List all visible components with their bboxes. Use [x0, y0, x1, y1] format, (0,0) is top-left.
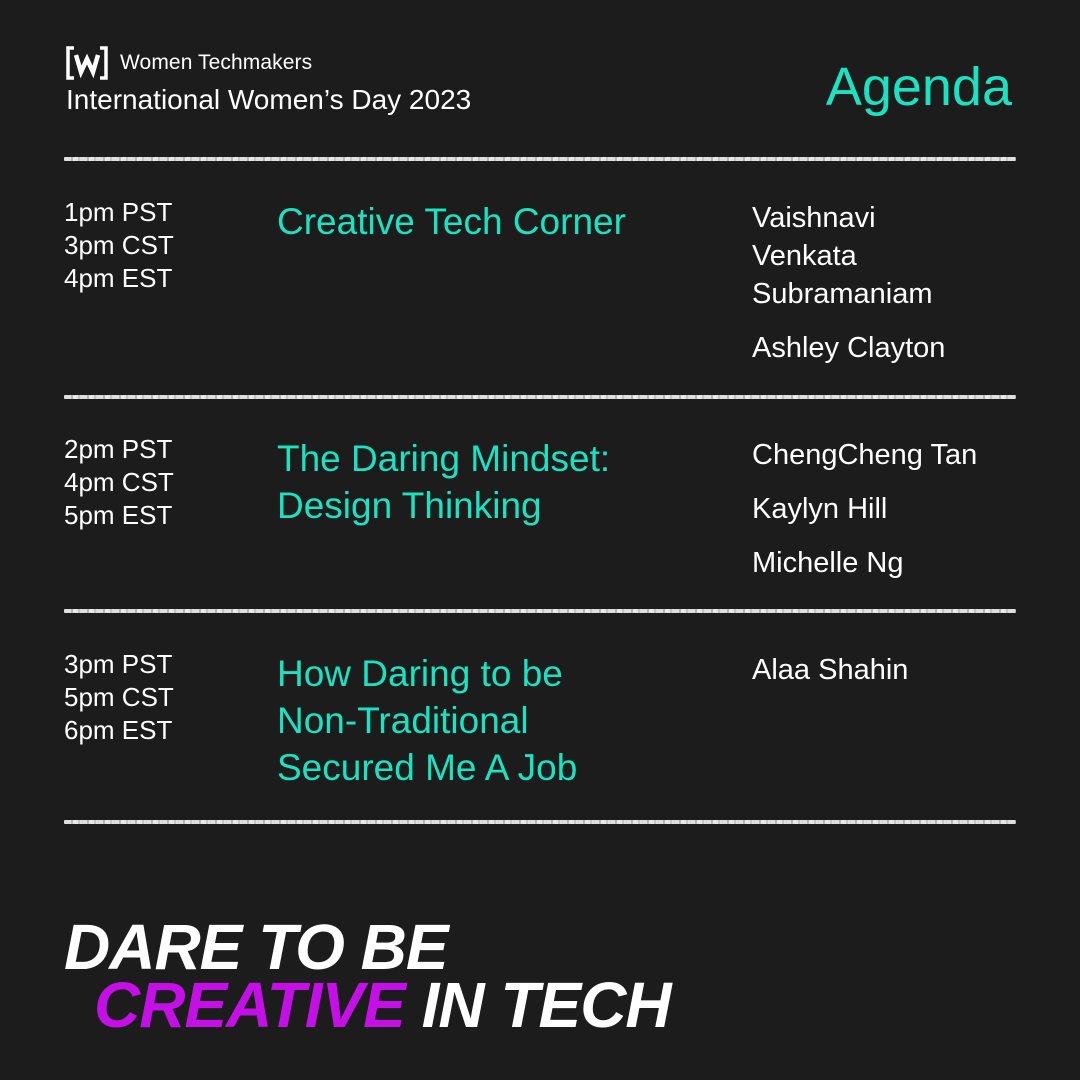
tagline: DARE TO BE CREATIVE IN TECH [64, 911, 672, 1037]
session-title-line: The Daring Mindset: [277, 438, 611, 479]
speaker-name: Ashley Clayton [752, 332, 946, 364]
time-cst: 4pm CST [64, 467, 174, 497]
divider [64, 609, 1016, 613]
session-times: 3pm PST 5pm CST 6pm EST [64, 648, 174, 747]
session-title-line: Creative Tech Corner [277, 201, 626, 242]
speaker-name: Vaishnavi Venkata Subramaniam [752, 202, 933, 310]
speaker-name: Michelle Ng [752, 547, 904, 579]
speaker-name: ChengCheng Tan [752, 439, 978, 471]
tagline-rest: IN TECH [404, 969, 672, 1041]
speaker-list: Vaishnavi Venkata Subramaniam Ashley Cla… [752, 199, 1042, 383]
session-title-line: Design Thinking [277, 485, 542, 526]
speaker-list: ChengCheng Tan Kaylyn Hill Michelle Ng [752, 436, 1042, 598]
tagline-highlight: CREATIVE [94, 969, 406, 1041]
session-title: Creative Tech Corner [277, 198, 697, 245]
time-est: 5pm EST [64, 500, 173, 530]
time-est: 4pm EST [64, 263, 173, 293]
time-pst: 1pm PST [64, 197, 173, 227]
women-techmakers-logo-icon [66, 46, 108, 80]
divider [64, 820, 1016, 824]
time-est: 6pm EST [64, 715, 173, 745]
brand-name: Women Techmakers [120, 51, 313, 74]
time-cst: 3pm CST [64, 230, 174, 260]
time-pst: 3pm PST [64, 649, 173, 679]
session-title-line: How Daring to be [277, 653, 563, 694]
event-title: International Women’s Day 2023 [66, 84, 472, 115]
divider [64, 157, 1016, 161]
session-title: The Daring Mindset: Design Thinking [277, 435, 697, 529]
agenda-title: Agenda [825, 57, 1012, 117]
brand-header: Women Techmakers [66, 46, 312, 80]
session-title-line: Non-Traditional [277, 700, 529, 741]
tagline-line-1: DARE TO BE [64, 911, 449, 983]
speaker-name: Alaa Shahin [752, 654, 909, 686]
session-times: 1pm PST 3pm CST 4pm EST [64, 196, 174, 295]
speaker-name: Kaylyn Hill [752, 493, 888, 525]
time-pst: 2pm PST [64, 434, 173, 464]
session-title: How Daring to be Non-Traditional Secured… [277, 650, 697, 791]
divider [64, 395, 1016, 399]
session-title-line: Secured Me A Job [277, 747, 578, 788]
speaker-list: Alaa Shahin [752, 651, 1042, 705]
time-cst: 5pm CST [64, 682, 174, 712]
tagline-line-2: CREATIVE IN TECH [64, 973, 672, 1037]
session-times: 2pm PST 4pm CST 5pm EST [64, 433, 174, 532]
